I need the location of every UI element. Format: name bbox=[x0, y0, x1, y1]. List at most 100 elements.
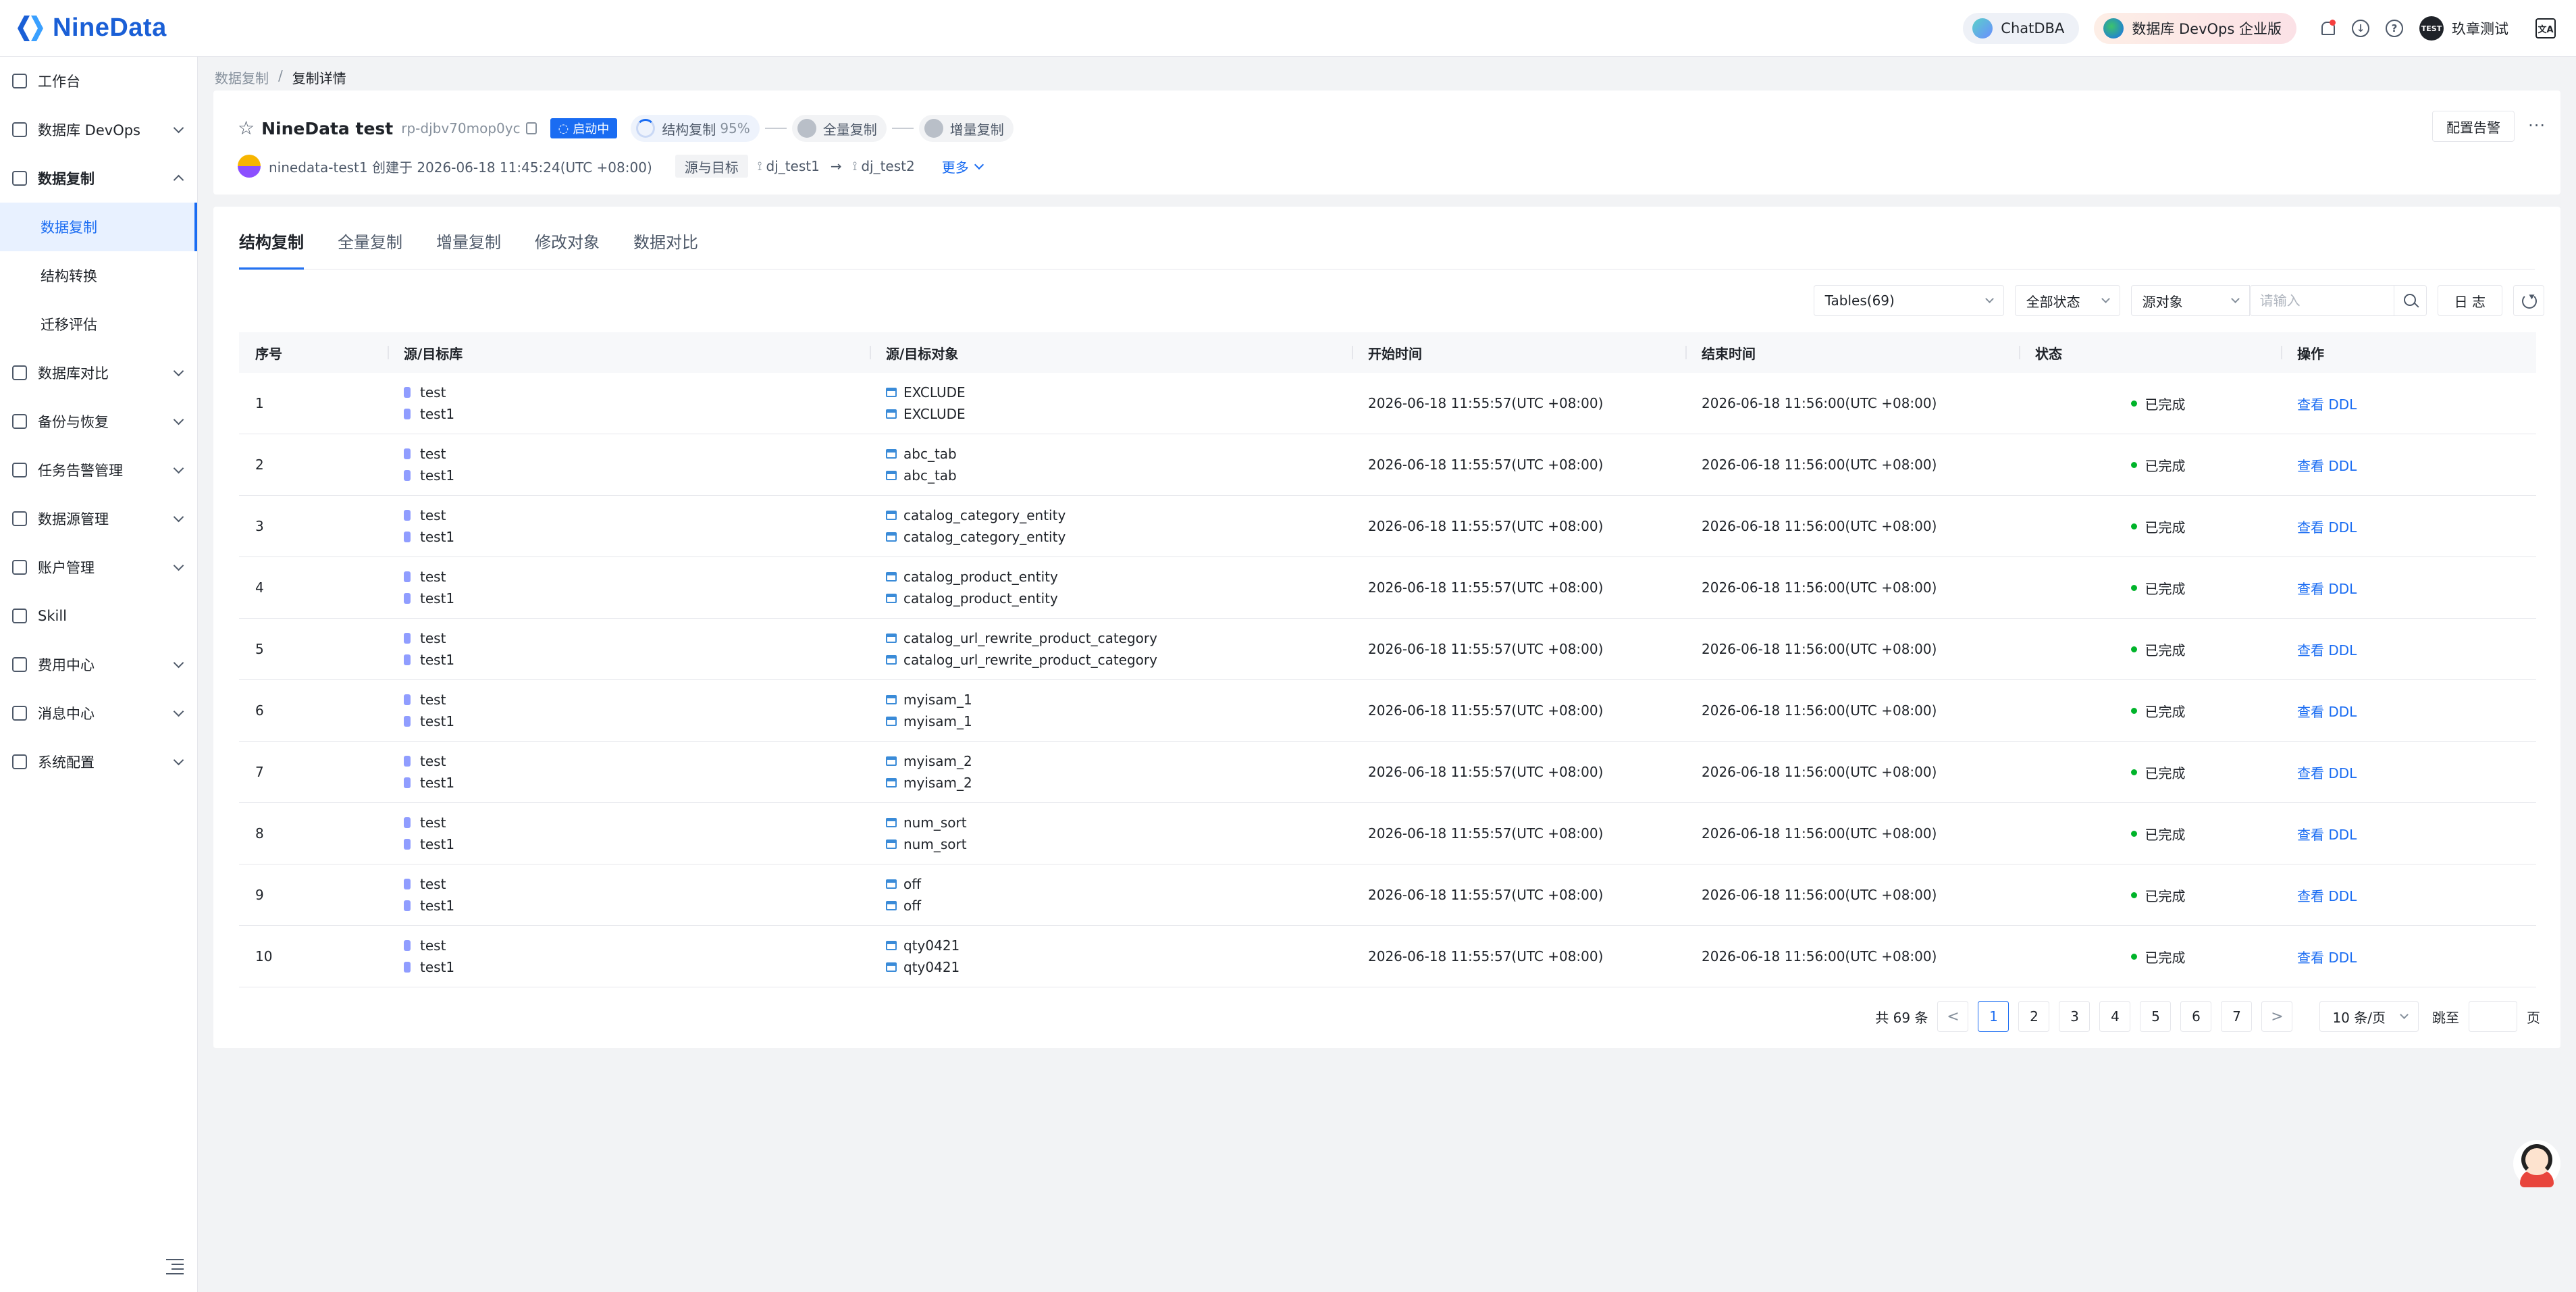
sidebar-item-skill[interactable]: Skill bbox=[0, 592, 197, 640]
edition-badge[interactable]: 数据库 DevOps 企业版 bbox=[2094, 13, 2296, 44]
status-dot-icon bbox=[2130, 523, 2137, 529]
page-size-select[interactable]: 10 条/页 bbox=[2319, 1001, 2419, 1032]
table-icon bbox=[886, 717, 897, 726]
tab-data-compare[interactable]: 数据对比 bbox=[633, 229, 698, 269]
view-ddl-link[interactable]: 查看 DDL bbox=[2297, 701, 2536, 721]
sidebar-item-account[interactable]: 账户管理 bbox=[0, 543, 197, 592]
search-icon[interactable] bbox=[2394, 285, 2427, 316]
notification-bell-icon[interactable] bbox=[2319, 20, 2336, 37]
skill-icon bbox=[12, 609, 27, 623]
arrow-right-icon: → bbox=[830, 158, 842, 174]
view-ddl-link[interactable]: 查看 DDL bbox=[2297, 517, 2536, 536]
help-icon[interactable]: ? bbox=[2386, 20, 2403, 37]
row-no-value: 8 bbox=[255, 825, 264, 842]
sidebar-item-devops[interactable]: 数据库 DevOps bbox=[0, 105, 197, 154]
user-name[interactable]: 玖章测试 bbox=[2452, 18, 2508, 38]
config-alarm-button[interactable]: 配置告警 bbox=[2432, 111, 2515, 142]
database-icon bbox=[404, 962, 411, 973]
more-actions-icon[interactable]: ··· bbox=[2528, 116, 2546, 135]
target-object-line: EXCLUDE bbox=[886, 403, 1352, 425]
page-7[interactable]: 7 bbox=[2221, 1001, 2253, 1032]
sidebar-item-settings[interactable]: 系统配置 bbox=[0, 738, 197, 786]
target-datasource[interactable]: dj_test2 bbox=[861, 158, 914, 174]
row-start-time: 2026-06-18 11:55:57(UTC +08:00) bbox=[1352, 803, 1685, 864]
log-button[interactable]: 日 志 bbox=[2437, 285, 2502, 316]
more-label: 更多 bbox=[941, 159, 969, 176]
download-icon[interactable]: ↓ bbox=[2352, 20, 2369, 37]
target-db-line: test1 bbox=[404, 465, 870, 486]
tab-full-replication[interactable]: 全量复制 bbox=[338, 229, 402, 269]
row-action: 查看 DDL bbox=[2281, 619, 2536, 680]
sidebar-item-backup[interactable]: 备份与恢复 bbox=[0, 397, 197, 446]
more-toggle[interactable]: 更多 bbox=[941, 157, 984, 176]
datasource-icon bbox=[12, 511, 27, 526]
breadcrumb-parent[interactable]: 数据复制 bbox=[215, 68, 269, 87]
row-object: catalog_product_entity catalog_product_en… bbox=[870, 557, 1352, 619]
table-icon bbox=[886, 695, 897, 704]
page-2[interactable]: 2 bbox=[2018, 1001, 2050, 1032]
view-ddl-link[interactable]: 查看 DDL bbox=[2297, 824, 2536, 844]
collapse-sidebar-icon[interactable] bbox=[166, 1259, 184, 1274]
view-ddl-link[interactable]: 查看 DDL bbox=[2297, 640, 2536, 659]
assistant-avatar-icon[interactable] bbox=[2513, 1140, 2560, 1187]
page-3[interactable]: 3 bbox=[2059, 1001, 2091, 1032]
sidebar-item-message[interactable]: 消息中心 bbox=[0, 689, 197, 738]
step-full-replication[interactable]: 全量复制 bbox=[791, 115, 887, 142]
prev-page-button[interactable]: < bbox=[1937, 1001, 1969, 1032]
star-icon[interactable]: ☆ bbox=[238, 119, 255, 138]
jump-page-input[interactable] bbox=[2469, 1001, 2517, 1032]
page-5[interactable]: 5 bbox=[2140, 1001, 2172, 1032]
translate-icon[interactable]: 文A bbox=[2535, 18, 2556, 38]
sidebar-item-replication[interactable]: 数据复制 bbox=[0, 154, 197, 203]
sidebar-subitem-replication[interactable]: 数据复制 bbox=[0, 203, 197, 251]
page-1[interactable]: 1 bbox=[1978, 1001, 2009, 1032]
logo[interactable]: NineData bbox=[15, 13, 167, 44]
tab-modify-objects[interactable]: 修改对象 bbox=[535, 229, 600, 269]
search-scope-select[interactable]: 源对象 bbox=[2130, 285, 2250, 316]
refresh-icon[interactable] bbox=[2513, 285, 2544, 316]
view-ddl-link[interactable]: 查看 DDL bbox=[2297, 763, 2536, 782]
source-object-line: myisam_1 bbox=[886, 689, 1352, 710]
page-6[interactable]: 6 bbox=[2180, 1001, 2212, 1032]
sidebar-subitem-migration-assess[interactable]: 迁移评估 bbox=[0, 300, 197, 348]
table-row: 5 test test1 catalog_url_rewrite_product_ca… bbox=[239, 619, 2536, 680]
sidebar-item-workbench[interactable]: 工作台 bbox=[0, 57, 197, 105]
view-ddl-link[interactable]: 查看 DDL bbox=[2297, 455, 2536, 475]
tab-schema-replication[interactable]: 结构复制 bbox=[239, 229, 304, 270]
step-schema-replication[interactable]: 结构复制 95% bbox=[631, 115, 760, 142]
database-icon bbox=[404, 940, 411, 951]
copy-icon[interactable] bbox=[525, 122, 537, 134]
row-db: test test1 bbox=[388, 619, 870, 680]
status-text: 已完成 bbox=[2145, 703, 2186, 720]
source-object-line: catalog_product_entity bbox=[886, 566, 1352, 588]
column-header-start-time: 开始时间 bbox=[1352, 332, 1685, 373]
object-type-select[interactable]: Tables(69) bbox=[1813, 285, 2004, 316]
sidebar-subitem-schema-convert[interactable]: 结构转换 bbox=[0, 251, 197, 300]
status-dot-icon bbox=[2130, 707, 2137, 714]
target-object-line: catalog_url_rewrite_product_category bbox=[886, 649, 1352, 671]
avatar[interactable]: TEST bbox=[2419, 16, 2444, 41]
view-ddl-link[interactable]: 查看 DDL bbox=[2297, 947, 2536, 966]
table-row: 10 test test1 qty0421 qty0421 2026-06-18 11:5… bbox=[239, 926, 2536, 987]
target-db-line: test1 bbox=[404, 403, 870, 425]
sidebar-item-billing[interactable]: 费用中心 bbox=[0, 640, 197, 689]
sidebar-item-db-compare[interactable]: 数据库对比 bbox=[0, 348, 197, 397]
view-ddl-link[interactable]: 查看 DDL bbox=[2297, 394, 2536, 413]
sidebar-item-alarm[interactable]: 任务告警管理 bbox=[0, 446, 197, 494]
status-dot-icon bbox=[2130, 461, 2137, 468]
sidebar-item-datasource[interactable]: 数据源管理 bbox=[0, 494, 197, 543]
view-ddl-link[interactable]: 查看 DDL bbox=[2297, 578, 2536, 598]
row-start-time: 2026-06-18 11:55:57(UTC +08:00) bbox=[1352, 680, 1685, 742]
row-no: 10 bbox=[239, 926, 388, 987]
status-select[interactable]: 全部状态 bbox=[2014, 285, 2120, 316]
chatdba-button[interactable]: ChatDBA bbox=[1963, 13, 2080, 44]
search-input[interactable] bbox=[2249, 285, 2394, 316]
page-4[interactable]: 4 bbox=[2099, 1001, 2131, 1032]
view-ddl-link[interactable]: 查看 DDL bbox=[2297, 885, 2536, 905]
tab-incremental-replication[interactable]: 增量复制 bbox=[436, 229, 501, 269]
next-page-button[interactable]: > bbox=[2261, 1001, 2293, 1032]
source-db: test bbox=[420, 507, 446, 523]
step-incremental-replication[interactable]: 增量复制 bbox=[918, 115, 1014, 142]
source-datasource[interactable]: dj_test1 bbox=[766, 158, 819, 174]
column-header-status: 状态 bbox=[2019, 332, 2281, 373]
